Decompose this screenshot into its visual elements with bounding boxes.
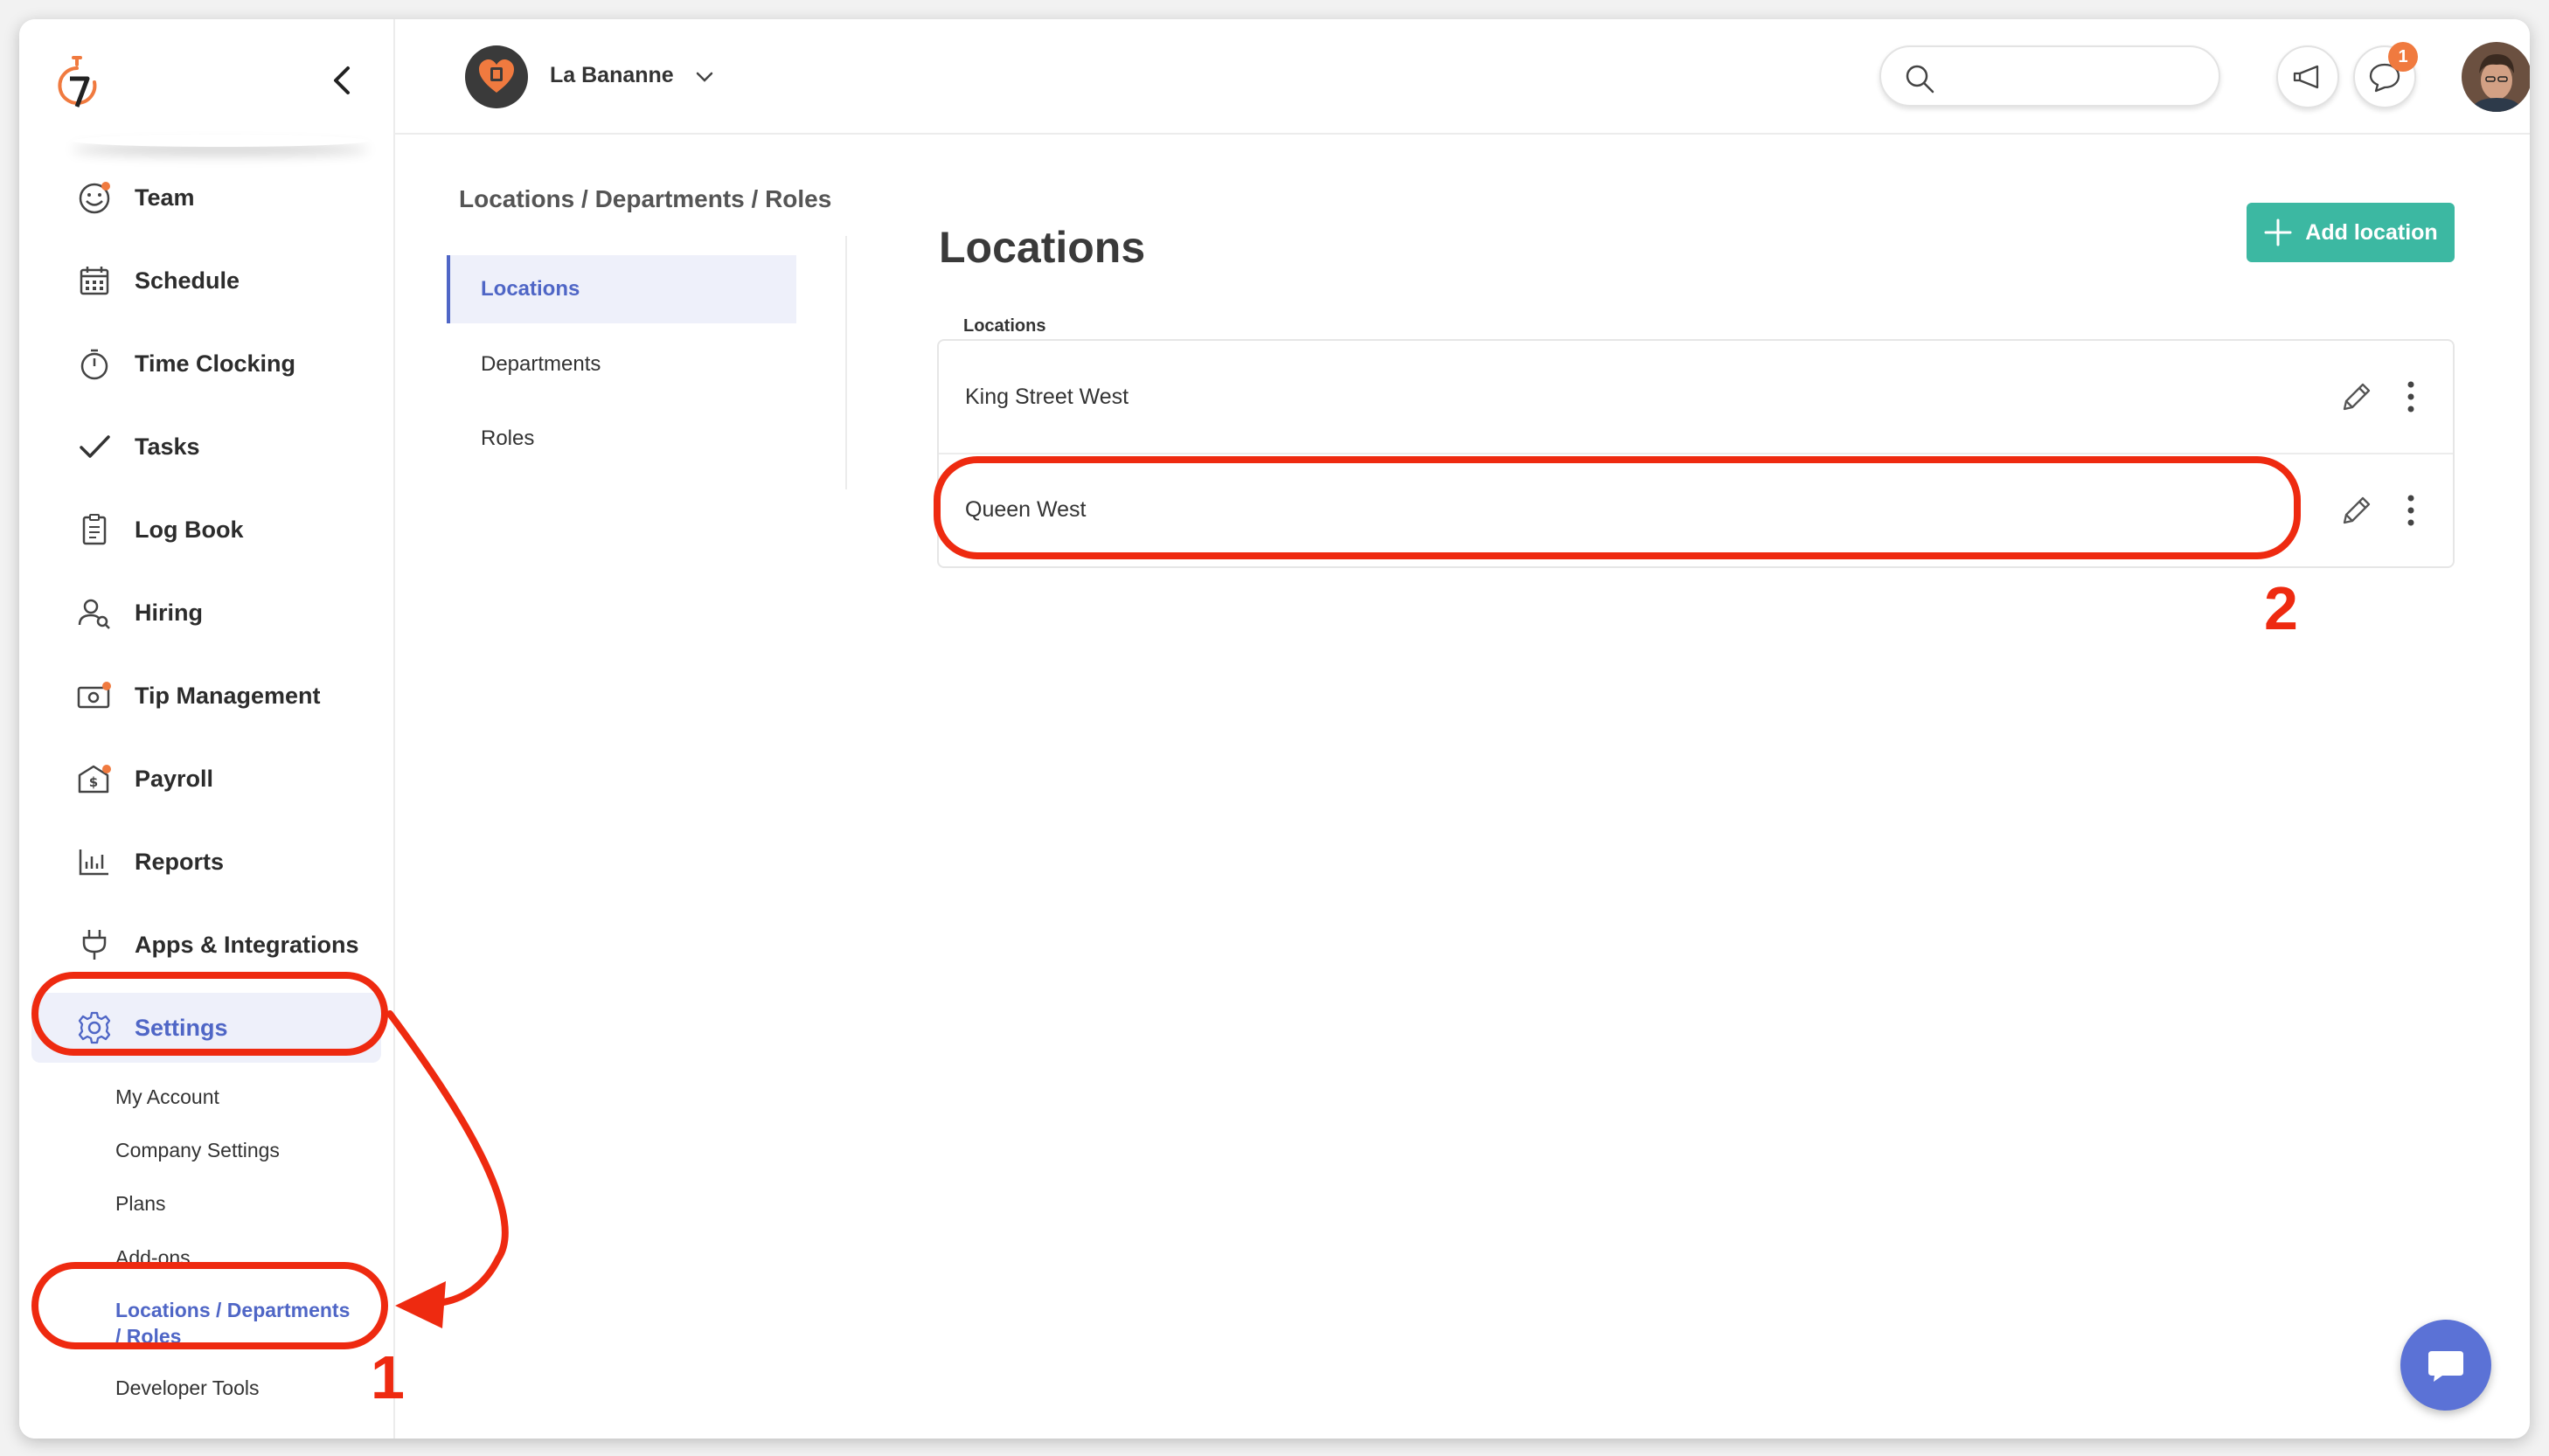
sidebar-item-schedule[interactable]: Schedule <box>31 246 381 315</box>
user-avatar[interactable] <box>2462 42 2530 112</box>
plug-icon <box>73 924 115 966</box>
add-location-button[interactable]: Add location <box>2247 203 2455 262</box>
annotation-step-number: 2 <box>2264 574 2298 642</box>
location-name: King Street West <box>965 384 1129 409</box>
sidebar-item-settings[interactable]: Settings <box>31 993 381 1063</box>
settings-subnav: Locations Departments Roles <box>427 236 847 489</box>
top-bar: La Bananne 1 <box>395 19 2530 135</box>
messages-count-badge: 1 <box>2388 42 2418 72</box>
sidebar-item-tasks[interactable]: Tasks <box>31 412 381 482</box>
stopwatch-icon <box>73 343 115 385</box>
list-section-label: Locations <box>963 316 1046 336</box>
team-smiley-icon <box>73 177 115 218</box>
sidebar-item-team[interactable]: Team <box>31 163 381 232</box>
annotation-step-number: 1 <box>371 1343 405 1411</box>
app-logo-icon <box>58 56 97 107</box>
chat-icon <box>2428 1351 2463 1382</box>
settings-sub-add-ons[interactable]: Add-ons <box>115 1245 386 1271</box>
sidebar-item-label: Team <box>135 184 195 211</box>
sidebar-item-label: Reports <box>135 848 225 875</box>
collapse-sidebar-icon[interactable] <box>325 63 360 98</box>
subnav-locations[interactable]: Locations <box>447 255 796 323</box>
company-name[interactable]: La Bananne <box>550 63 674 88</box>
search-input[interactable] <box>1951 59 2205 94</box>
sidebar-item-label: Tasks <box>135 433 200 460</box>
clipboard-icon <box>73 509 115 551</box>
plus-icon <box>2264 218 2292 246</box>
sidebar-item-payroll[interactable]: $ Payroll <box>31 744 381 814</box>
sub-item-label-line: Locations / Departments <box>115 1299 351 1321</box>
checkmark-icon <box>73 426 115 468</box>
sidebar-item-label: Time Clocking <box>135 350 296 377</box>
bar-chart-icon <box>73 841 115 883</box>
pencil-icon[interactable] <box>2337 491 2376 530</box>
sidebar-item-log-book[interactable]: Log Book <box>31 495 381 565</box>
sidebar-item-tip-management[interactable]: Tip Management <box>31 661 381 731</box>
settings-sub-developer-tools[interactable]: Developer Tools <box>115 1375 386 1401</box>
list-item[interactable]: Queen West <box>939 453 2453 565</box>
sidebar-item-label: Hiring <box>135 599 203 626</box>
search-icon <box>1906 65 1934 94</box>
support-chat-button[interactable] <box>2400 1320 2491 1411</box>
user-photo <box>2462 42 2530 112</box>
sidebar-header <box>19 19 395 142</box>
gear-icon <box>73 1007 115 1049</box>
person-search-icon <box>73 592 115 634</box>
sidebar-item-hiring[interactable]: Hiring <box>31 578 381 648</box>
settings-sub-locations-departments-roles[interactable]: Locations / Departments / Roles <box>115 1297 386 1349</box>
company-avatar[interactable] <box>465 45 528 108</box>
settings-sub-company-settings[interactable]: Company Settings <box>115 1137 386 1163</box>
subnav-roles[interactable]: Roles <box>447 405 796 473</box>
payroll-envelope-icon: $ <box>73 758 115 800</box>
announcements-button[interactable] <box>2276 45 2339 108</box>
add-location-label: Add location <box>2305 219 2438 245</box>
messages-button[interactable]: 1 <box>2353 42 2418 108</box>
sidebar-item-label: Schedule <box>135 267 240 294</box>
pencil-icon[interactable] <box>2337 378 2376 416</box>
sidebar: Team Schedule Time Clocking Tasks Log Bo… <box>19 19 395 1439</box>
breadcrumb: Locations / Departments / Roles <box>459 185 832 212</box>
company-logo-icon <box>479 59 514 93</box>
app-window: Team Schedule Time Clocking Tasks Log Bo… <box>19 19 2530 1439</box>
subnav-departments[interactable]: Departments <box>447 330 796 399</box>
sidebar-item-label: Log Book <box>135 516 244 543</box>
sidebar-item-label: Payroll <box>135 765 214 792</box>
sidebar-item-reports[interactable]: Reports <box>31 827 381 897</box>
location-name: Queen West <box>965 496 1087 522</box>
locations-list: King Street West Queen West <box>937 339 2455 568</box>
calendar-icon <box>73 260 115 302</box>
sidebar-item-label: Tip Management <box>135 682 321 709</box>
cash-icon <box>73 675 115 717</box>
sub-item-label-line: / Roles <box>115 1325 182 1348</box>
settings-sub-plans[interactable]: Plans <box>115 1190 386 1217</box>
list-item[interactable]: King Street West <box>939 341 2453 453</box>
page-title: Locations <box>939 223 1146 272</box>
sidebar-item-time-clocking[interactable]: Time Clocking <box>31 329 381 399</box>
sidebar-item-apps-integrations[interactable]: Apps & Integrations <box>31 910 381 980</box>
settings-sub-my-account[interactable]: My Account <box>115 1084 386 1110</box>
more-vertical-icon[interactable] <box>2393 489 2428 531</box>
megaphone-icon <box>2293 65 2319 89</box>
sidebar-item-label: Settings <box>135 1014 228 1041</box>
sidebar-item-label: Apps & Integrations <box>135 931 359 958</box>
svg-text:$: $ <box>89 774 98 790</box>
chevron-down-icon[interactable] <box>692 65 717 89</box>
search-box[interactable] <box>1879 45 2220 107</box>
more-vertical-icon[interactable] <box>2393 376 2428 418</box>
